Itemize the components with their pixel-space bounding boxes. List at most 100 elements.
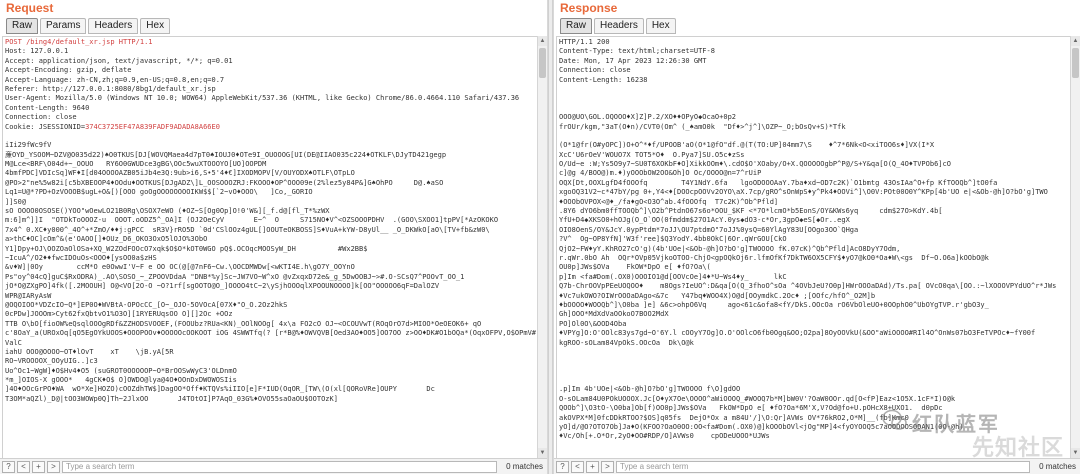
body-line: ♦VPYg]O:O'OOlc83ys7gd~O'6Y.l cOOyY7Og]O.… [559, 329, 1036, 338]
response-header: Content-Type: text/html;charset=UTF-8 [559, 47, 715, 56]
body-line: T3OM*aQZl)_D@|tOO3WOWp0Q]Th~2JlxOO J4TOt… [5, 394, 338, 403]
response-search-bar: ? < + > Type a search term 0 matches [554, 458, 1080, 474]
response-header: Content-Length: 16238 [559, 75, 648, 84]
body-line: OOO@UO\GOL.OQOOO♦X]Z]P.2/XO♦♦OPyO◆OcaO+0… [559, 113, 737, 122]
response-search-input[interactable]: Type a search term [616, 460, 1030, 473]
response-editor[interactable]: HTTP/1.1 200 Content-Type: text/html;cha… [556, 36, 1070, 458]
body-line: QjO2~FW♦yY.KhRO27cO'g)(4b'UOe|<&Ob-@h]O?… [559, 244, 901, 253]
body-line: ♦Vc7ukOWO?OIWrOOOaDAgo<&7c Y47bq♦WOO4X)O… [559, 291, 876, 300]
previous-icon[interactable]: < [571, 460, 584, 473]
request-tab-headers[interactable]: Headers [88, 18, 139, 34]
request-header: Connection: close [5, 113, 77, 122]
request-pane: Request Raw Params Headers Hex POST /bin… [0, 0, 548, 474]
body-line: jO*O@ZXgPO]4fk([.2MOOUH] O@<VO[2O-O ~O?1… [5, 282, 440, 291]
request-tab-params[interactable]: Params [40, 18, 87, 34]
body-line: *m_]OIOS-X gOOO* 4gCK♦O$ O]OWDO@lya@4O♦O… [5, 376, 237, 385]
body-line: frOUr/kgm,"3aT(O♦n)/CVT0(Om^ (_♠amO0k "D… [559, 122, 846, 131]
next-icon[interactable]: > [601, 460, 614, 473]
body-line [559, 357, 1070, 366]
scroll-thumb[interactable] [539, 48, 546, 78]
scroll-up-icon[interactable]: ▲ [1071, 36, 1080, 46]
help-icon[interactable]: ? [556, 460, 569, 473]
body-line: PO]Ol0O\&OOD4Oba [559, 319, 627, 328]
body-line: 7x4^ 0.XC♦y000^_4O^+*ZmO/♦♦j:gPCC sR3V}r… [5, 225, 490, 234]
body-line: 亷OYD_YSOOM~DZV@O035d22)♠O0TKUS[DJ[WOVQMa… [5, 150, 447, 159]
scroll-thumb[interactable] [1072, 48, 1079, 78]
body-line: O/Ud~e :W;Ys5O9y7~SU0T6XOKbF♦O]XikkOOm♦\… [559, 160, 951, 169]
request-header: User-Agent: Mozilla/5.0 (Windows NT 10.0… [5, 94, 520, 103]
request-match-count: 0 matches [506, 462, 543, 471]
scroll-up-icon[interactable]: ▲ [538, 36, 547, 46]
request-scrollbar[interactable]: ▲ ▼ [537, 36, 547, 458]
body-line: .8Y6 dYO6bm0ffTOOQb^]\O2b^PtdnO67s6o*OOU… [559, 207, 943, 216]
body-line: ?V^ Og~OP8YfN]'W3f'ree]$Q3YodY.4bb0OkC|6… [559, 235, 787, 244]
request-header: Accept-Encoding: gzip, deflate [5, 66, 132, 75]
body-line: ♦bOOOO♦WOOQb^]\O0ba ]e] &6c>ohpO6Vq ago<… [559, 300, 989, 309]
body-line: Gh]OOO*MdXdVaOOkoO7BOO2MdX [559, 310, 669, 319]
scroll-down-icon[interactable]: ▼ [1071, 448, 1080, 458]
body-line: yO]d/@O?OTO7Ob]Ja♦O(KFOO?OaO0OO:OO<fa#Do… [559, 423, 964, 432]
request-cookie-line: Cookie: JSESSIONID=374C3725EF47A839FADF9… [5, 123, 537, 132]
request-method-path: POST /bing4/default_xr.jsp HTTP/1.1 [5, 38, 153, 46]
body-line: iIi29fWc9fV [5, 141, 52, 150]
body-line: (O*1@fr(O#yOPC])O+O^*♦f/UPOOB'aO(O*1@fO"… [559, 141, 935, 150]
request-header: Referer: http://127.0.0.1:8080/8bg1/defa… [5, 84, 216, 93]
response-scrollbar[interactable]: ▲ ▼ [1070, 36, 1080, 458]
next-icon[interactable]: > [47, 460, 60, 473]
body-line: TTB O\bO[fioOW%eQsqlOOOgRDf&ZZHODSVOOEF,… [5, 319, 482, 328]
body-line: ♦OOObOVPOX<@♦_/fa♦gO<O3O^ab.4fOOOfq T7c2… [559, 197, 779, 206]
body-line [559, 348, 1070, 357]
body-line: .p]Im 4b'UOe|<&Ob-@h]O?bO'g]TWOOOO f\O]g… [559, 385, 741, 394]
body-line: r.qWr.0bO Ah OQr*OVp05VjkoOTOO-ChjO<gpOQ… [559, 253, 989, 262]
response-header: Connection: close [559, 66, 631, 75]
request-tabs: Raw Params Headers Hex [0, 18, 547, 36]
response-header: Date: Mon, 17 Apr 2023 12:26:30 GMT [559, 56, 707, 65]
scroll-down-icon[interactable]: ▼ [538, 448, 547, 458]
request-tab-hex[interactable]: Hex [140, 18, 171, 34]
body-line: M@Lce<BRF\O04d+~_OOUO RY6O0GWUDce3gBG\OO… [5, 160, 267, 169]
body-line: ValC [5, 338, 22, 347]
request-search-input[interactable]: Type a search term [62, 460, 497, 473]
body-line: sO OOOO0OSOSE()YOO"wOewLO21B0Rg\OSOX7eWO… [5, 207, 330, 216]
request-header: Host: 127.0.0.1 [5, 47, 69, 56]
body-line: OU0p]JWs$OVa FkOW*DpO e[ ♦fO?Oa\( [559, 263, 711, 272]
request-search-bar: ? < + > Type a search term 0 matches [0, 458, 547, 474]
request-title: Request [6, 1, 54, 15]
help-icon[interactable]: ? [2, 460, 15, 473]
response-pane: Response Raw Headers Hex HTTP/1.1 200 Co… [553, 0, 1080, 474]
response-tab-raw[interactable]: Raw [560, 18, 593, 34]
response-body: OOO@UO\GOL.OQOOO♦X]Z]P.2/XO♦♦OPyO◆OcaO+0… [559, 113, 1070, 442]
body-line: @PO>2"ne%5w82i[c5bXBEOOP4♦OOdu♦OOTKUS[DJ… [5, 178, 444, 187]
body-line: Uo^Oc1~WgW]♦O$Hv4♦O5 (suGROT0OOOOOP~O*Br… [5, 366, 237, 375]
response-tab-hex[interactable]: Hex [645, 18, 676, 34]
body-line: c]@g 4/BOO@)m.♦)yOOObOW2OO&Oh]O Oc/OOOO@… [559, 169, 762, 178]
body-line: xgoOQ31V2~c*47bY/pg 0+,Y4<♦[DOOcpOOVv2OY… [559, 188, 1048, 197]
request-header: Accept: application/json, text/javascrip… [5, 56, 233, 65]
body-line: YfU+D4◆XKSO0+hOJg(O_O`OO(0fmddm$27O1AcY.… [559, 216, 850, 225]
request-editor[interactable]: POST /bing4/default_xr.jsp HTTP/1.1 Host… [2, 36, 537, 458]
body-line: Y1]Dpy+OJ\OOZOaOlOSa+XQ_W2ZOdFOOcO7xqk$O… [5, 244, 368, 253]
add-icon[interactable]: + [32, 460, 45, 473]
previous-icon[interactable]: < [17, 460, 30, 473]
request-body: iIi29fWc9fV 亷OYD_YSOOM~DZV@O035d22)♠O0TKU… [5, 141, 537, 404]
cookie-value: 374C3725EF47A839FADF9ADADA8A66E0 [85, 122, 220, 131]
body-line: ~IcuA^/O2♦♦fwcIDOuOs<OOO♦[ysOO0a$zHS [5, 253, 157, 262]
add-icon[interactable]: + [586, 460, 599, 473]
body-line: 0cPDw]JOOOm>Cyt62fxQbtvO1%O3O][1RYERUqsO… [5, 310, 233, 319]
body-line: kgROO-sOLam84VpOkS.OOcOa Dk\O@k [559, 338, 694, 347]
body-line: OQX[Dt,OOXLgfD4fOOOfq T4Y1NdY.6fa lgoODO… [559, 178, 998, 187]
response-match-count: 0 matches [1039, 462, 1076, 471]
body-line [559, 376, 1070, 385]
body-line: p]Im <fa#Dom(.OX0)OOOIO1@d[OOVcOe]4♦*U~W… [559, 272, 787, 281]
request-tab-raw[interactable]: Raw [6, 18, 39, 34]
response-tab-headers[interactable]: Headers [594, 18, 644, 34]
body-line: &v♦W]|0Oy ccM*O e0OwwI'V~F e OO OC(@[@7n… [5, 263, 355, 272]
body-line: ♦Vc/Oh[+.O*Or,2yO♦OO#RDP/O]AVWs0 cpODeUO… [559, 432, 770, 441]
body-line: iahU OOO@OOOO~OT♦lOvT xT \jB.yA[5R [5, 347, 174, 356]
body-line: Lq1=U@*?PD+OzVOOOB$ugL+O&[)[OOO goOgOOOO… [5, 188, 313, 197]
body-line: 4bmfPDC]VDIcSq]WF♦I[d04OOOOAZB05iJb4e3Q:… [5, 169, 355, 178]
body-line: Ps"oy^04cQ]guC$RxODRA)_.AO\SOSO_~_ZPOOVD… [5, 272, 465, 281]
body-line: O-sOLam84U0POkUOOOX.Jc[O♦yX7Oe\OOOO^aWiO… [559, 394, 956, 403]
